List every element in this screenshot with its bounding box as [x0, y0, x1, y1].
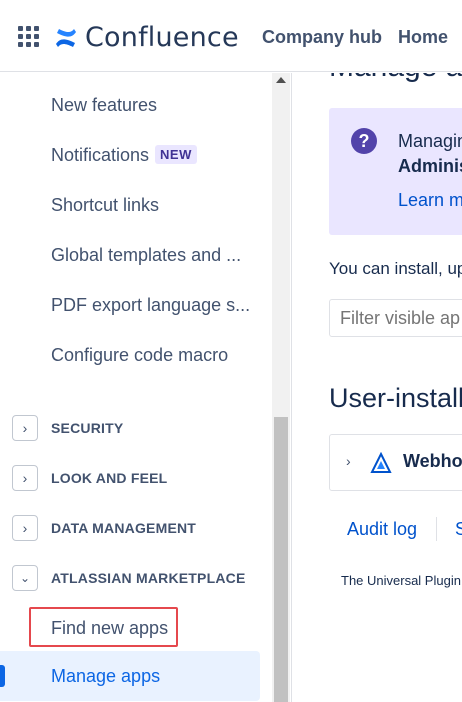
- app-name: Webhoo: [403, 451, 462, 471]
- main-content: Manage apps ? Managing Adminis Learn m Y…: [293, 73, 462, 702]
- info-bold-text: Adminis: [398, 156, 462, 176]
- footer-divider: [436, 517, 437, 541]
- info-panel: ? Managing Adminis Learn m: [329, 108, 462, 235]
- app-row-webhook[interactable]: › Webhoo: [329, 434, 462, 491]
- install-description: You can install, up: [329, 259, 462, 278]
- learn-more-link[interactable]: Learn m: [398, 190, 462, 211]
- scroll-up-arrow-icon[interactable]: [276, 77, 286, 83]
- question-icon: ?: [351, 128, 377, 154]
- new-badge: NEW: [155, 145, 197, 164]
- app-name: Confluence: [85, 22, 239, 53]
- scrollbar-thumb[interactable]: [274, 417, 288, 702]
- sidebar-item-pdf-export-language[interactable]: PDF export language s...: [51, 295, 250, 316]
- section-label: LOOK AND FEEL: [51, 470, 168, 486]
- sidebar-item-shortcut-links[interactable]: Shortcut links: [51, 195, 159, 216]
- nav-company-hub[interactable]: Company hub: [262, 27, 382, 48]
- sidebar-item-new-features[interactable]: New features: [51, 95, 157, 116]
- page-title: Manage apps: [329, 73, 462, 84]
- chevron-right-icon: ›: [12, 515, 38, 541]
- app-switcher-icon[interactable]: [18, 26, 39, 47]
- confluence-logo[interactable]: Confluence: [55, 22, 239, 53]
- section-data-management[interactable]: › DATA MANAGEMENT: [12, 515, 196, 541]
- sidebar-item-global-templates[interactable]: Global templates and ...: [51, 245, 241, 266]
- sidebar-scrollbar[interactable]: [272, 73, 290, 702]
- user-installed-apps-title: User-install: [329, 383, 462, 413]
- sidebar-item-label: Manage apps: [51, 666, 161, 686]
- audit-log-link[interactable]: Audit log: [347, 519, 417, 540]
- app-logo-icon: [370, 452, 392, 473]
- section-label: SECURITY: [51, 420, 124, 436]
- upm-footer-note: The Universal Plugin: [341, 573, 461, 588]
- admin-sidebar: New features Notifications NEW Shortcut l…: [0, 73, 292, 702]
- section-label: DATA MANAGEMENT: [51, 520, 197, 536]
- section-atlassian-marketplace[interactable]: ⌄ ATLASSIAN MARKETPLACE: [12, 565, 246, 591]
- chevron-right-icon: ›: [346, 453, 351, 469]
- section-look-and-feel[interactable]: › LOOK AND FEEL: [12, 465, 167, 491]
- sidebar-item-manage-apps[interactable]: Manage apps: [0, 651, 260, 701]
- footer-settings-link[interactable]: S: [455, 519, 462, 540]
- nav-home[interactable]: Home: [398, 27, 448, 48]
- sidebar-item-configure-code-macro[interactable]: Configure code macro: [51, 345, 228, 366]
- sidebar-item-label: Notifications: [51, 145, 150, 165]
- chevron-right-icon: ›: [12, 465, 38, 491]
- chevron-right-icon: ›: [12, 415, 38, 441]
- chevron-down-icon: ⌄: [12, 565, 38, 591]
- section-label: ATLASSIAN MARKETPLACE: [51, 570, 246, 586]
- info-text: Managing: [398, 131, 462, 151]
- sidebar-item-notifications[interactable]: Notifications NEW: [51, 145, 197, 166]
- highlight-annotation: [29, 607, 178, 647]
- filter-visible-apps-input[interactable]: [329, 299, 462, 337]
- section-security[interactable]: › SECURITY: [12, 415, 123, 441]
- top-navigation-bar: Confluence Company hub Home: [0, 0, 462, 72]
- confluence-logo-icon: [56, 28, 76, 47]
- active-indicator: [0, 665, 5, 687]
